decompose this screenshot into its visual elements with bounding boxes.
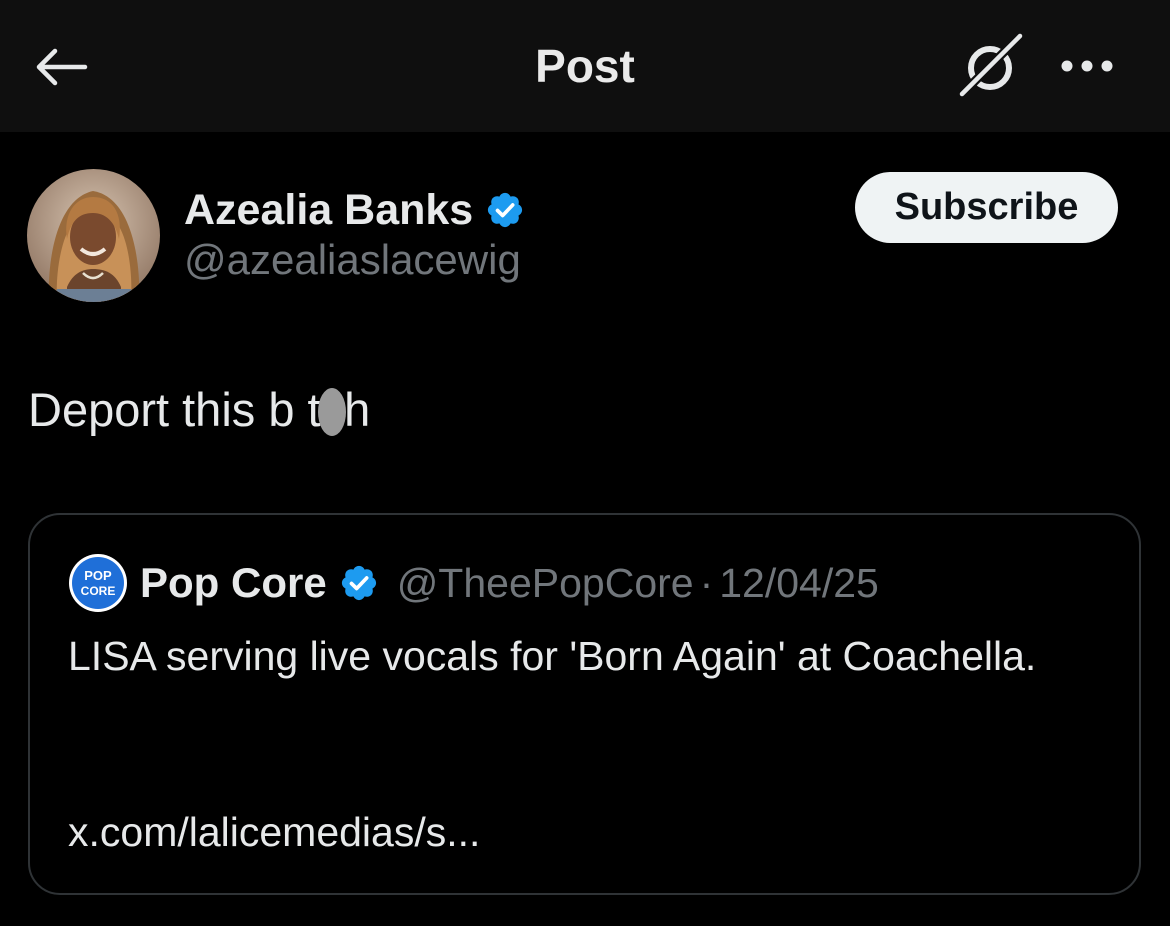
- more-horizontal-icon: [1061, 60, 1113, 72]
- quote-handle[interactable]: @TheePopCore: [397, 560, 694, 607]
- quote-text: LISA serving live vocals for 'Born Again…: [68, 633, 1037, 679]
- quote-date: 12/04/25: [719, 559, 879, 606]
- verified-badge-icon[interactable]: [339, 563, 379, 603]
- quote-avatar[interactable]: POP CORE: [68, 553, 128, 613]
- quote-display-name[interactable]: Pop Core: [140, 559, 327, 607]
- more-options-button[interactable]: [1050, 40, 1124, 92]
- author-name-row[interactable]: Azealia Banks: [184, 182, 525, 238]
- author-display-name[interactable]: Azealia Banks: [184, 186, 473, 235]
- author-handle[interactable]: @azealiaslacewig: [184, 236, 521, 284]
- quote-avatar-text-top: POP: [84, 568, 112, 583]
- quote-avatar-text-bottom: CORE: [81, 584, 116, 598]
- author-avatar[interactable]: [27, 169, 160, 302]
- grok-icon: [958, 32, 1024, 98]
- quote-header: Pop Core @TheePopCore · 12/04/25: [140, 555, 879, 611]
- quote-separator: ·: [699, 559, 714, 606]
- subscribe-button[interactable]: Subscribe: [855, 172, 1118, 243]
- verified-badge-icon[interactable]: [485, 190, 525, 230]
- quoted-post-card[interactable]: POP CORE Pop Core @TheePopCore · 12/04/2…: [28, 513, 1141, 895]
- grok-button[interactable]: [952, 30, 1028, 102]
- quote-link[interactable]: x.com/lalicemedias/s...: [68, 803, 480, 861]
- top-bar: Post: [0, 0, 1170, 132]
- censor-blur: [318, 388, 346, 436]
- avatar-photo: [27, 169, 160, 302]
